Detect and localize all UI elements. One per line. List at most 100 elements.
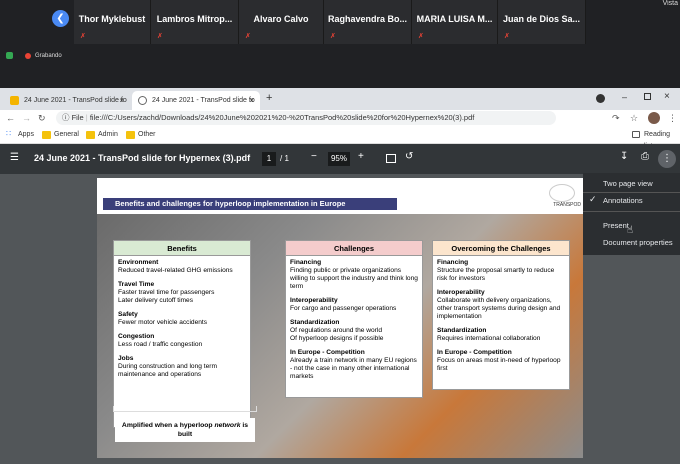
zoom-in-icon[interactable]: +	[358, 151, 364, 162]
item-title: In Europe - Competition	[437, 349, 512, 356]
item-text: Collaborate with delivery organizations,…	[437, 297, 561, 320]
menu-item-document-properties[interactable]: Document properties	[603, 238, 673, 247]
new-tab-button[interactable]: +	[266, 92, 272, 104]
shield-icon	[6, 52, 13, 59]
bookmarks-bar: ∷Apps General Admin Other Reading list	[0, 126, 680, 150]
url-text: file:///C:/Users/zachd/Downloads/24%20Ju…	[89, 113, 475, 122]
muted-mic-icon: ✗	[504, 33, 510, 40]
column-item: Financing Structure the proposal smartly …	[437, 259, 565, 283]
maximize-icon[interactable]	[644, 93, 651, 100]
item-text: Less road / traffic congestion	[118, 341, 203, 348]
folder-icon	[86, 131, 95, 139]
slide-banner: Benefits and challenges for hyperloop im…	[103, 198, 397, 210]
participant-tile[interactable]: MARIA LUISA M... ✗	[412, 0, 498, 44]
folder-icon	[126, 131, 135, 139]
print-icon[interactable]: ⎙	[641, 151, 649, 162]
pdf-toolbar: ☰ 24 June 2021 - TransPod slide for Hype…	[0, 144, 680, 174]
column-item: Interoperability For cargo and passenger …	[290, 297, 418, 313]
item-text: Fewer motor vehicle accidents	[118, 319, 208, 326]
amplified-emphasis: network	[214, 422, 241, 429]
download-icon[interactable]: ↧	[620, 151, 628, 162]
tab-inactive[interactable]: 24 June 2021 - TransPod slide fo ×	[4, 91, 130, 110]
more-actions-icon[interactable]: ⋮	[658, 150, 676, 168]
address-bar: ← → ↻ ⓘ File | file:///C:/Users/zachd/Do…	[0, 110, 680, 126]
folder-icon	[42, 131, 51, 139]
logo-text: TRANSPOD	[553, 202, 581, 208]
muted-mic-icon: ✗	[418, 33, 424, 40]
recording-label: Grabando	[35, 53, 62, 60]
bookmark-folder-admin[interactable]: Admin	[86, 129, 118, 141]
check-icon: ✓	[589, 194, 597, 204]
column-item: Congestion Less road / traffic congestion	[118, 333, 246, 349]
meeting-bar: ❮ Thor Myklebust ✗ Lambros Mitrop... ✗ Alvar…	[0, 0, 680, 88]
item-title: Travel Time	[118, 281, 155, 288]
browser-menu-icon[interactable]: ⋮	[668, 110, 677, 126]
column-item: Interoperability Collaborate with deliver…	[437, 289, 565, 321]
menu-item-present[interactable]: Present	[603, 221, 629, 230]
item-title: Safety	[118, 311, 138, 318]
bookmark-folder-general[interactable]: General	[42, 129, 79, 141]
participant-name: Lambros Mitrop...	[156, 14, 233, 24]
column-item: Standardization Of regulations around the…	[290, 319, 418, 343]
bookmark-folder-other[interactable]: Other	[126, 129, 156, 141]
tab-title: 24 June 2021 - TransPod slide fo	[152, 97, 255, 104]
column-item: Safety Fewer motor vehicle accidents	[118, 311, 246, 327]
zoom-input[interactable]: 95%	[328, 152, 350, 166]
apps-grid-icon: ∷	[6, 129, 12, 138]
participant-tile[interactable]: Juan de Dios Sa... ✗	[498, 0, 586, 44]
zoom-out-icon[interactable]: −	[311, 151, 317, 162]
amplified-note: Amplified when a hyperloop network is bu…	[115, 418, 255, 442]
brace-line	[113, 406, 257, 412]
muted-mic-icon: ✗	[157, 33, 163, 40]
tab-title: 24 June 2021 - TransPod slide fo	[24, 97, 127, 104]
column-header: Overcoming the Challenges	[433, 241, 569, 256]
transpod-logo-icon	[549, 184, 575, 202]
participant-name: Raghavendra Bo...	[327, 14, 408, 24]
item-text: Finding public or private organizations …	[290, 267, 418, 290]
tab-active[interactable]: 24 June 2021 - TransPod slide fo ×	[132, 91, 260, 110]
bookmark-label: Other	[138, 131, 156, 138]
item-text: Structure the proposal smartly to reduce…	[437, 267, 555, 282]
reload-icon[interactable]: ↻	[38, 110, 46, 126]
menu-item-two-page-view[interactable]: Two page view	[603, 179, 653, 188]
close-window-icon[interactable]: ×	[664, 91, 670, 102]
url-field[interactable]: ⓘ File | file:///C:/Users/zachd/Download…	[56, 111, 556, 125]
share-icon[interactable]: ↷	[612, 110, 620, 126]
muted-mic-icon: ✗	[330, 33, 336, 40]
column-item: Financing Finding public or private organ…	[290, 259, 418, 291]
globe-icon	[138, 96, 147, 105]
hamburger-menu-icon[interactable]: ☰	[10, 152, 19, 163]
column-item: Environment Reduced travel-related GHG em…	[118, 259, 246, 275]
page-number-input[interactable]: 1	[262, 152, 276, 166]
avatar[interactable]	[648, 112, 660, 124]
participant-tile[interactable]: Raghavendra Bo... ✗	[324, 0, 412, 44]
participant-tile[interactable]: Lambros Mitrop... ✗	[151, 0, 239, 44]
star-icon[interactable]: ☆	[630, 110, 638, 126]
participant-tile[interactable]: Alvaro Calvo ✗	[239, 0, 324, 44]
back-icon[interactable]: ←	[6, 110, 15, 126]
close-tab-icon[interactable]: ×	[119, 91, 124, 110]
slides-icon	[10, 96, 19, 105]
item-title: Standardization	[437, 327, 487, 334]
bookmark-apps[interactable]: ∷ Apps	[6, 129, 34, 141]
forward-icon[interactable]: →	[22, 110, 31, 126]
participant-tile[interactable]: Thor Myklebust ✗	[74, 0, 151, 44]
pdf-viewer: Benefits and challenges for hyperloop im…	[0, 174, 680, 464]
media-icon[interactable]	[596, 94, 605, 103]
view-button[interactable]: Vista	[663, 0, 678, 7]
menu-item-annotations[interactable]: Annotations	[603, 196, 643, 205]
recording-indicator: Grabando	[6, 52, 62, 59]
item-title: Jobs	[118, 355, 134, 362]
item-text: For cargo and passenger operations	[290, 305, 397, 312]
rotate-icon[interactable]: ↺	[405, 151, 413, 162]
bookmark-label: Apps	[18, 131, 34, 138]
column-header: Challenges	[286, 241, 422, 256]
item-title: Financing	[290, 259, 322, 266]
close-tab-icon[interactable]: ×	[249, 91, 254, 110]
amplified-text: Amplified when a hyperloop	[121, 422, 215, 429]
url-scheme: File	[71, 113, 84, 122]
minimize-icon[interactable]: –	[622, 92, 627, 102]
back-arrow-icon[interactable]: ❮	[52, 10, 69, 27]
cursor-hand-icon: ☝	[627, 225, 634, 236]
fit-page-icon[interactable]	[386, 154, 396, 163]
